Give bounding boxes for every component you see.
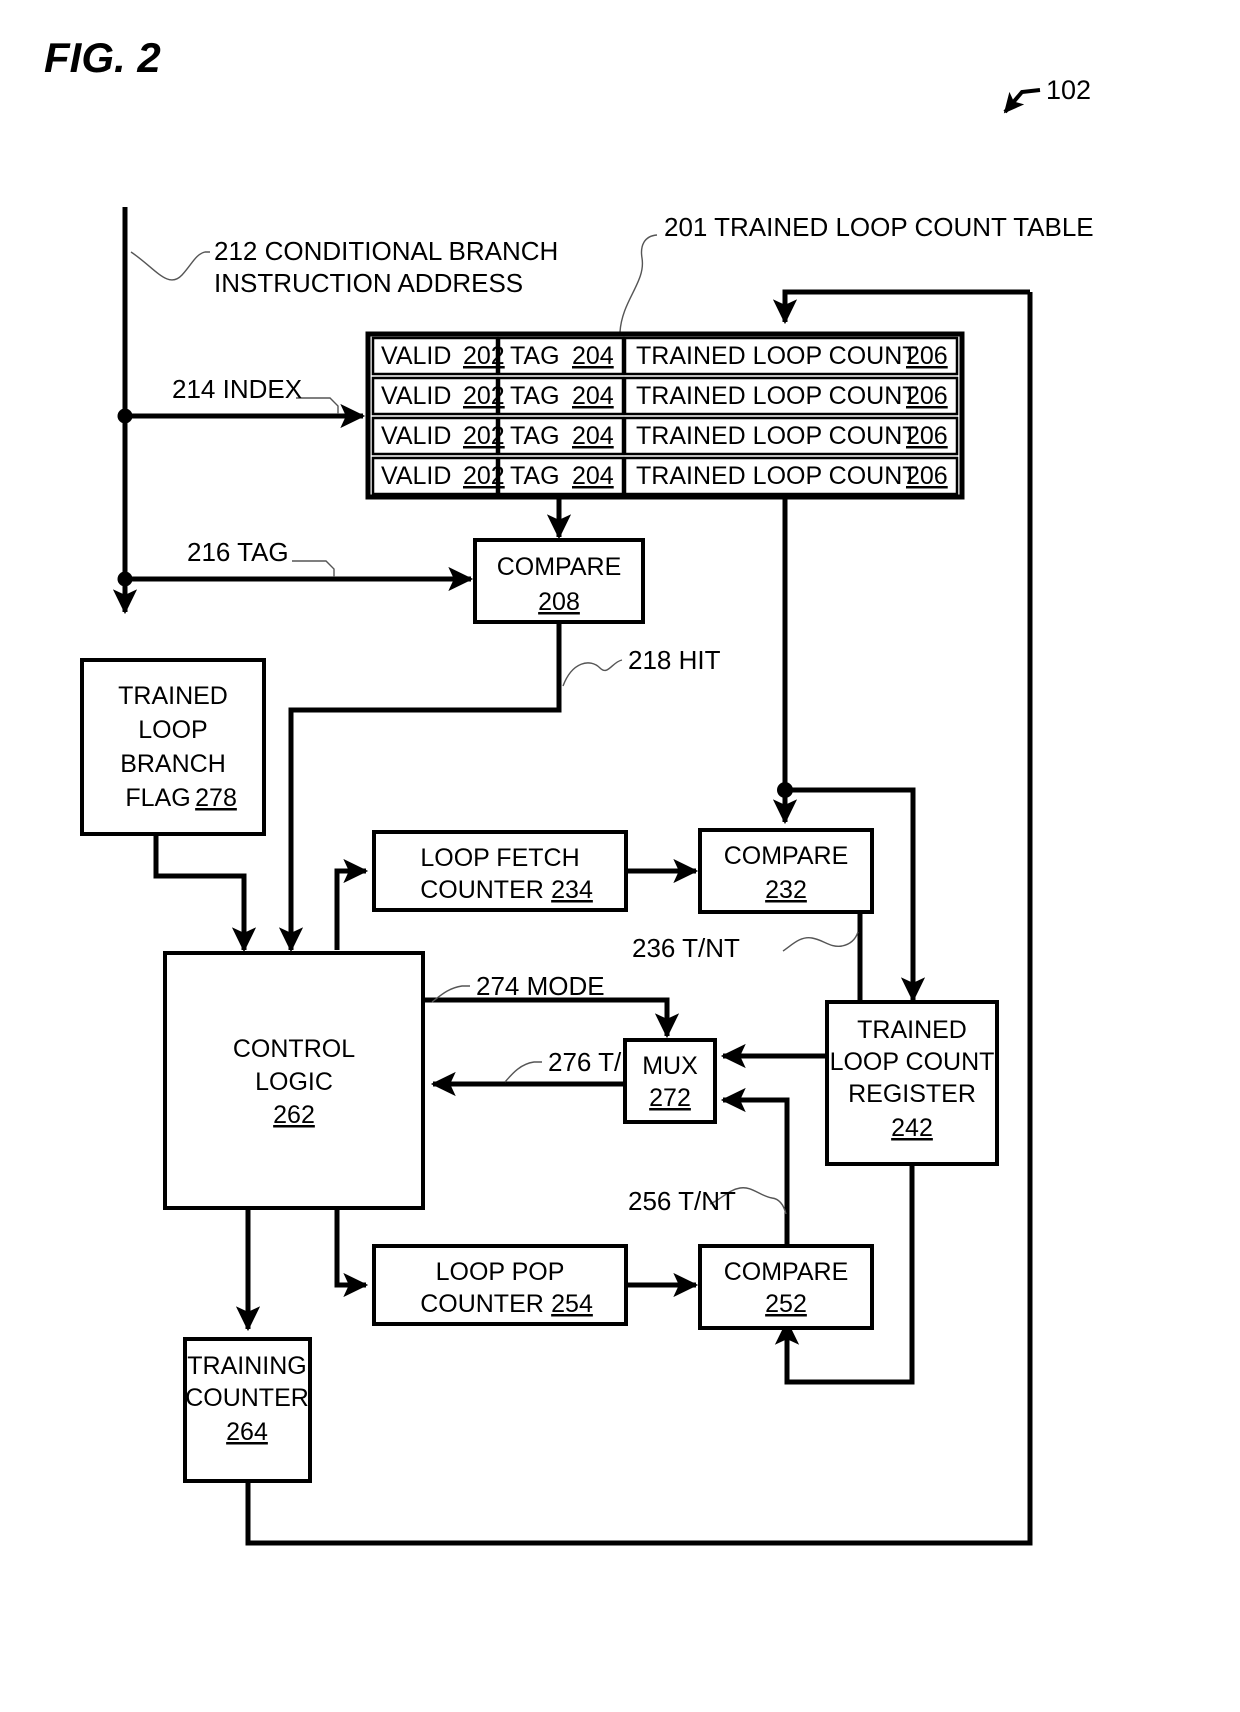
trained-loop-count-table: VALID 202 TAG 204 TRAINED LOOP COUNT 206… bbox=[365, 331, 965, 500]
tlbf-line2: LOOP bbox=[138, 716, 207, 744]
label-256-tnt: 256 T/NT bbox=[628, 1186, 736, 1216]
compare-252-block: COMPARE 252 bbox=[698, 1244, 874, 1330]
table-row: VALID 202 TAG 204 TRAINED LOOP COUNT 206 bbox=[371, 456, 959, 496]
index-wire: 214 INDEX bbox=[125, 374, 366, 429]
trained-loop-count-register-242-block: TRAINED LOOP COUNT REGISTER 242 bbox=[825, 1000, 999, 1166]
lpc-line2: COUNTER bbox=[420, 1290, 544, 1318]
tc-line2: COUNTER bbox=[185, 1384, 309, 1412]
mode-wire: 274 MODE bbox=[423, 971, 680, 1039]
tlbf-ref: 278 bbox=[195, 784, 237, 812]
compare-252-ref: 252 bbox=[765, 1290, 807, 1318]
mux-272-block: MUX 272 bbox=[623, 1038, 717, 1124]
figure-title: FIG. 2 bbox=[44, 34, 161, 81]
tlcr-line2: LOOP COUNT bbox=[830, 1048, 995, 1076]
control-logic-262-block: CONTROL LOGIC 262 bbox=[163, 951, 425, 1210]
cell-tag-ref: 204 bbox=[572, 382, 614, 410]
cell-tag-ref: 204 bbox=[572, 462, 614, 490]
cell-valid: VALID bbox=[381, 342, 451, 370]
system-ref-pointer: 102 bbox=[1003, 75, 1091, 114]
label-236-tnt: 236 T/NT bbox=[632, 933, 740, 963]
patent-figure-2: FIG. 2 102 212 CONDITIONAL BRANCH INSTRU… bbox=[0, 0, 1240, 1712]
cell-valid-ref: 202 bbox=[463, 462, 505, 490]
tag-wire: 216 TAG bbox=[125, 537, 474, 592]
table-row: VALID 202 TAG 204 TRAINED LOOP COUNT 206 bbox=[371, 416, 959, 456]
compare-208-label: COMPARE bbox=[497, 553, 622, 581]
label-201-trained-loop-count-table: 201 TRAINED LOOP COUNT TABLE bbox=[619, 212, 1094, 333]
tlcr-ref: 242 bbox=[891, 1114, 933, 1142]
label-214-index: 214 INDEX bbox=[172, 374, 302, 404]
lpc-line1: LOOP POP bbox=[436, 1258, 565, 1286]
label-216-tag: 216 TAG bbox=[187, 537, 289, 567]
mux-label: MUX bbox=[642, 1052, 698, 1080]
system-ref-label: 102 bbox=[1046, 75, 1091, 105]
control-logic-line1: CONTROL bbox=[233, 1035, 355, 1063]
cell-tag: TAG bbox=[510, 342, 560, 370]
cell-valid-ref: 202 bbox=[463, 342, 505, 370]
cell-tag: TAG bbox=[510, 422, 560, 450]
compare-208-ref: 208 bbox=[538, 588, 580, 616]
tlcr-line3: REGISTER bbox=[848, 1080, 976, 1108]
compare-232-label: COMPARE bbox=[724, 842, 849, 870]
table-title-label: 201 TRAINED LOOP COUNT TABLE bbox=[664, 212, 1094, 242]
cell-tag-ref: 204 bbox=[572, 342, 614, 370]
tlcr-line1: TRAINED bbox=[857, 1016, 967, 1044]
cell-count: TRAINED LOOP COUNT bbox=[636, 462, 918, 490]
tnt-276-wire: 276 T/NT bbox=[430, 1047, 656, 1097]
mux-ref: 272 bbox=[649, 1084, 691, 1112]
table-row: VALID 202 TAG 204 TRAINED LOOP COUNT 206 bbox=[371, 376, 959, 416]
label-212-line1: 212 CONDITIONAL BRANCH bbox=[214, 236, 558, 266]
cell-tag: TAG bbox=[510, 462, 560, 490]
cell-tag-ref: 204 bbox=[572, 422, 614, 450]
table-row: VALID 202 TAG 204 TRAINED LOOP COUNT 206 bbox=[371, 336, 959, 376]
cell-count: TRAINED LOOP COUNT bbox=[636, 422, 918, 450]
lfc-ref: 234 bbox=[551, 876, 593, 904]
loop-pop-counter-254-block: LOOP POP COUNTER 254 bbox=[372, 1244, 628, 1326]
cell-tag: TAG bbox=[510, 382, 560, 410]
label-218-hit: 218 HIT bbox=[628, 645, 721, 675]
cell-valid: VALID bbox=[381, 422, 451, 450]
control-logic-line2: LOGIC bbox=[255, 1068, 333, 1096]
cell-count: TRAINED LOOP COUNT bbox=[636, 342, 918, 370]
label-212-conditional-branch-address: 212 CONDITIONAL BRANCH INSTRUCTION ADDRE… bbox=[130, 236, 558, 298]
control-to-looppop-wire bbox=[334, 1208, 369, 1298]
tc-line1: TRAINING bbox=[187, 1352, 306, 1380]
lfc-line1: LOOP FETCH bbox=[420, 844, 579, 872]
trained-loop-branch-flag-278-block: TRAINED LOOP BRANCH FLAG 278 bbox=[80, 658, 266, 836]
tlbf-line3: BRANCH bbox=[120, 750, 226, 778]
loop-fetch-counter-234-block: LOOP FETCH COUNTER 234 bbox=[372, 830, 628, 912]
label-274-mode: 274 MODE bbox=[476, 971, 605, 1001]
training-counter-264-block: TRAINING COUNTER 264 bbox=[183, 1337, 312, 1483]
compare-252-label: COMPARE bbox=[724, 1258, 849, 1286]
cell-valid-ref: 202 bbox=[463, 422, 505, 450]
cell-count: TRAINED LOOP COUNT bbox=[636, 382, 918, 410]
tc-ref: 264 bbox=[226, 1418, 268, 1446]
flag-to-control-logic-wire bbox=[153, 834, 257, 953]
lpc-ref: 254 bbox=[551, 1290, 593, 1318]
cell-count-ref: 206 bbox=[906, 382, 948, 410]
cell-count-ref: 206 bbox=[906, 462, 948, 490]
control-logic-ref: 262 bbox=[273, 1101, 315, 1129]
cell-valid-ref: 202 bbox=[463, 382, 505, 410]
compare-232-ref: 232 bbox=[765, 876, 807, 904]
cell-valid: VALID bbox=[381, 462, 451, 490]
tlbf-line1: TRAINED bbox=[118, 682, 228, 710]
conditional-branch-address-bus bbox=[112, 207, 138, 615]
cell-count-ref: 206 bbox=[906, 342, 948, 370]
compare-208-block: COMPARE 208 bbox=[473, 538, 645, 624]
label-212-line2: INSTRUCTION ADDRESS bbox=[214, 268, 523, 298]
cell-valid: VALID bbox=[381, 382, 451, 410]
cell-count-ref: 206 bbox=[906, 422, 948, 450]
control-to-loopfetch-wire bbox=[334, 858, 369, 950]
tlbf-line4: FLAG bbox=[125, 784, 190, 812]
lfc-line2: COUNTER bbox=[420, 876, 544, 904]
compare-232-block: COMPARE 232 bbox=[698, 828, 874, 914]
